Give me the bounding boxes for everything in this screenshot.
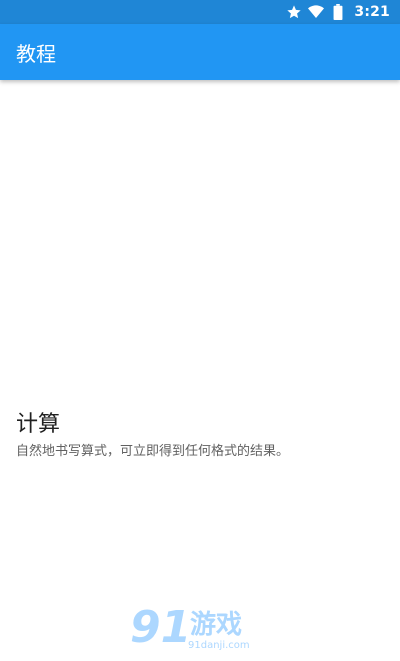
watermark: 91 游戏 91danji.com — [130, 604, 270, 656]
section-description: 自然地书写算式，可立即得到任何格式的结果。 — [16, 444, 290, 459]
status-time: 3:21 — [354, 4, 390, 20]
app-bar: 教程 — [0, 24, 400, 80]
watermark-logo: 91 — [130, 602, 192, 653]
wifi-icon — [308, 4, 325, 20]
watermark-url: 91danji.com — [188, 640, 250, 651]
tutorial-section: 计算 自然地书写算式，可立即得到任何格式的结果。 — [16, 410, 384, 462]
section-title: 计算 — [16, 412, 61, 437]
watermark-name: 游戏 — [190, 610, 243, 640]
battery-icon — [330, 4, 346, 20]
status-bar: 3:21 — [0, 0, 400, 24]
star-icon — [286, 4, 302, 20]
page-title: 教程 — [16, 41, 56, 66]
